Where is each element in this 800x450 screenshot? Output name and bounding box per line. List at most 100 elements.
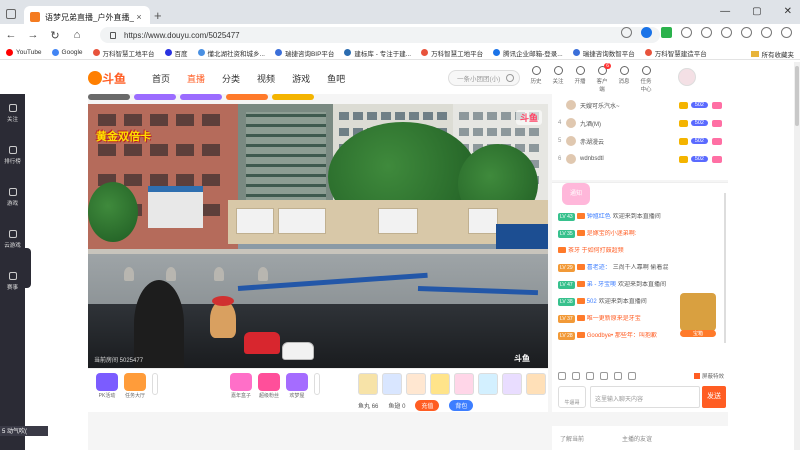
history-button[interactable]: 历史 bbox=[528, 66, 544, 93]
bookmark-item[interactable]: 建标库 - 专注于建... bbox=[344, 48, 411, 58]
chat-message[interactable]: LV 37 唯一更新原来是牙宝 bbox=[558, 315, 724, 323]
color-icon[interactable] bbox=[572, 372, 580, 380]
chat-username[interactable]: 弟 - 牙宝噢 bbox=[587, 282, 616, 288]
gift-item[interactable] bbox=[526, 373, 546, 395]
refresh-extension-icon[interactable] bbox=[681, 27, 692, 38]
chat-message[interactable]: LV 28 Goodbye• 那些年：叫抱歉 bbox=[558, 332, 724, 340]
bag-button[interactable]: 背包 bbox=[449, 400, 474, 411]
emoji-icon[interactable] bbox=[558, 372, 566, 380]
close-window-button[interactable]: ✕ bbox=[784, 6, 792, 17]
gift-expand-handle[interactable] bbox=[314, 373, 320, 395]
bookmark-item[interactable]: 瑞捷咨询数智平台 bbox=[572, 48, 635, 58]
lower-tab-right[interactable]: 主播的友谊 bbox=[622, 434, 652, 443]
chat-message[interactable]: LV 29 喜老迹： 三尚千人靠啊 偷着混 bbox=[558, 264, 724, 272]
sidebar-item-follow[interactable]: 关注 bbox=[0, 104, 25, 123]
dream-house-button[interactable]: 欢梦屋 bbox=[286, 373, 308, 399]
block-effects-toggle[interactable]: 屏蔽特效 bbox=[693, 372, 724, 380]
read-aloud-icon[interactable] bbox=[621, 27, 632, 38]
sidebar-item-cloud-game[interactable]: 云游戏 bbox=[0, 230, 25, 249]
rank-row[interactable]: 5 赤湖漫云 502 bbox=[558, 134, 722, 148]
chat-username[interactable]: 喜老迹： bbox=[587, 265, 611, 271]
page-scrollbar[interactable] bbox=[794, 62, 800, 450]
url-field[interactable]: https://www.douyu.com/5025477 bbox=[100, 27, 660, 43]
bookmarks-other[interactable]: 所有收藏夹 bbox=[750, 49, 794, 59]
strip-item[interactable] bbox=[226, 94, 268, 100]
rank-row[interactable]: 6 wdnbsdtl 502 bbox=[558, 152, 722, 166]
gift-item[interactable] bbox=[454, 373, 474, 395]
split-screen-icon[interactable] bbox=[701, 27, 712, 38]
chat-input[interactable]: 这里输入聊天内容 bbox=[590, 386, 700, 408]
charge-button[interactable]: 充值 bbox=[415, 400, 440, 411]
minimize-button[interactable]: — bbox=[720, 6, 730, 17]
tab-close-icon[interactable]: × bbox=[134, 12, 144, 22]
follow-button[interactable]: 关注 bbox=[550, 66, 566, 93]
maximize-button[interactable]: ▢ bbox=[752, 6, 761, 17]
favorites-icon[interactable] bbox=[721, 27, 732, 38]
video-player[interactable]: 黄金双倍卡 斗鱼 当前房间 5025477 斗鱼 bbox=[88, 104, 548, 368]
gift-item[interactable] bbox=[430, 373, 450, 395]
fan-badge[interactable]: 牛逼哥 bbox=[558, 386, 586, 408]
rank-row[interactable]: 4 九酒(M) 502 bbox=[558, 116, 722, 130]
gift-item[interactable] bbox=[406, 373, 426, 395]
chat-message[interactable]: LV 38 502 欢迎来到本直播间 bbox=[558, 298, 724, 306]
user-avatar[interactable] bbox=[678, 68, 696, 86]
gift-item[interactable] bbox=[502, 373, 522, 395]
gift-expand-handle[interactable] bbox=[152, 373, 158, 395]
new-tab-button[interactable]: + bbox=[154, 8, 162, 23]
strip-item[interactable] bbox=[134, 94, 176, 100]
client-button[interactable]: 6 客户端 bbox=[594, 63, 611, 93]
bookmark-item[interactable]: 万科智慧工地平台 bbox=[421, 48, 483, 58]
image-icon[interactable] bbox=[614, 372, 622, 380]
nav-game[interactable]: 游戏 bbox=[292, 72, 310, 85]
search-icon[interactable] bbox=[506, 74, 514, 82]
nav-fishbar[interactable]: 鱼吧 bbox=[327, 72, 345, 85]
bookmark-item[interactable]: 瑞捷咨询BIP平台 bbox=[274, 48, 334, 58]
chat-message[interactable]: 茶牙 于如何打鼓超频 bbox=[558, 247, 724, 255]
back-icon[interactable]: ← bbox=[0, 29, 22, 41]
search-input[interactable]: 一条小团团(小) bbox=[448, 70, 520, 86]
gift-item[interactable] bbox=[382, 373, 402, 395]
pk-activity-button[interactable]: PK活动 bbox=[96, 373, 118, 399]
gift-item[interactable] bbox=[358, 373, 378, 395]
extension-icon[interactable] bbox=[661, 27, 672, 38]
refresh-icon[interactable]: ↻ bbox=[44, 29, 66, 42]
chat-message[interactable]: LV 47 弟 - 牙宝噢 欢迎来到本直播间 bbox=[558, 281, 724, 289]
sidebar-item-events[interactable]: 赛事 bbox=[0, 272, 25, 291]
chat-scrollbar[interactable] bbox=[724, 193, 726, 343]
forward-icon[interactable]: → bbox=[22, 29, 44, 41]
nav-home[interactable]: 首页 bbox=[152, 72, 170, 85]
send-button[interactable]: 发送 bbox=[702, 386, 726, 408]
sidebar-item-game[interactable]: 游戏 bbox=[0, 188, 25, 207]
sidebar-collapse-handle[interactable] bbox=[25, 248, 31, 288]
bookmark-item[interactable]: 腾讯企业邮箱-登录... bbox=[493, 48, 563, 58]
bookmark-item[interactable]: Google bbox=[51, 49, 83, 56]
task-button[interactable]: 任务中心 bbox=[638, 66, 654, 93]
nav-video[interactable]: 视频 bbox=[257, 72, 275, 85]
live-button[interactable]: 开播 bbox=[572, 66, 588, 93]
nav-live[interactable]: 直播 bbox=[187, 72, 205, 85]
lower-tab-left[interactable]: 了解当前 bbox=[560, 434, 584, 443]
strip-item[interactable] bbox=[88, 94, 130, 100]
strip-item[interactable] bbox=[180, 94, 222, 100]
bookmark-item[interactable]: 万科智慧建造平台 bbox=[644, 48, 707, 58]
home-icon[interactable]: ⌂ bbox=[66, 29, 88, 41]
profile-icon[interactable] bbox=[761, 27, 772, 38]
gift-item[interactable] bbox=[478, 373, 498, 395]
super-fan-button[interactable]: 超级粉丝 bbox=[258, 373, 280, 399]
at-icon[interactable] bbox=[586, 372, 594, 380]
nav-category[interactable]: 分类 bbox=[222, 72, 240, 85]
carnival-box-button[interactable]: 嘉年盒子 bbox=[230, 373, 252, 399]
more-menu-icon[interactable] bbox=[781, 27, 792, 38]
bookmark-item[interactable]: 百度 bbox=[164, 48, 188, 58]
strip-item[interactable] bbox=[272, 94, 314, 100]
chat-message[interactable]: LV 35 是嫁宝的小迷弟啊: bbox=[558, 230, 724, 238]
favorite-star-icon[interactable] bbox=[641, 27, 652, 38]
douyu-logo[interactable]: 斗鱼 bbox=[88, 69, 132, 87]
scroll-thumb[interactable] bbox=[795, 66, 799, 126]
fan-icon[interactable] bbox=[600, 372, 608, 380]
sidebar-item-rank[interactable]: 排行榜 bbox=[0, 146, 25, 165]
bookmark-item[interactable]: YouTube bbox=[6, 49, 42, 56]
bookmark-item[interactable]: 万科智慧工地平台 bbox=[92, 48, 155, 58]
task-hall-button[interactable]: 任务大厅 bbox=[124, 373, 146, 399]
notice-badge[interactable]: 通知 bbox=[562, 183, 590, 205]
